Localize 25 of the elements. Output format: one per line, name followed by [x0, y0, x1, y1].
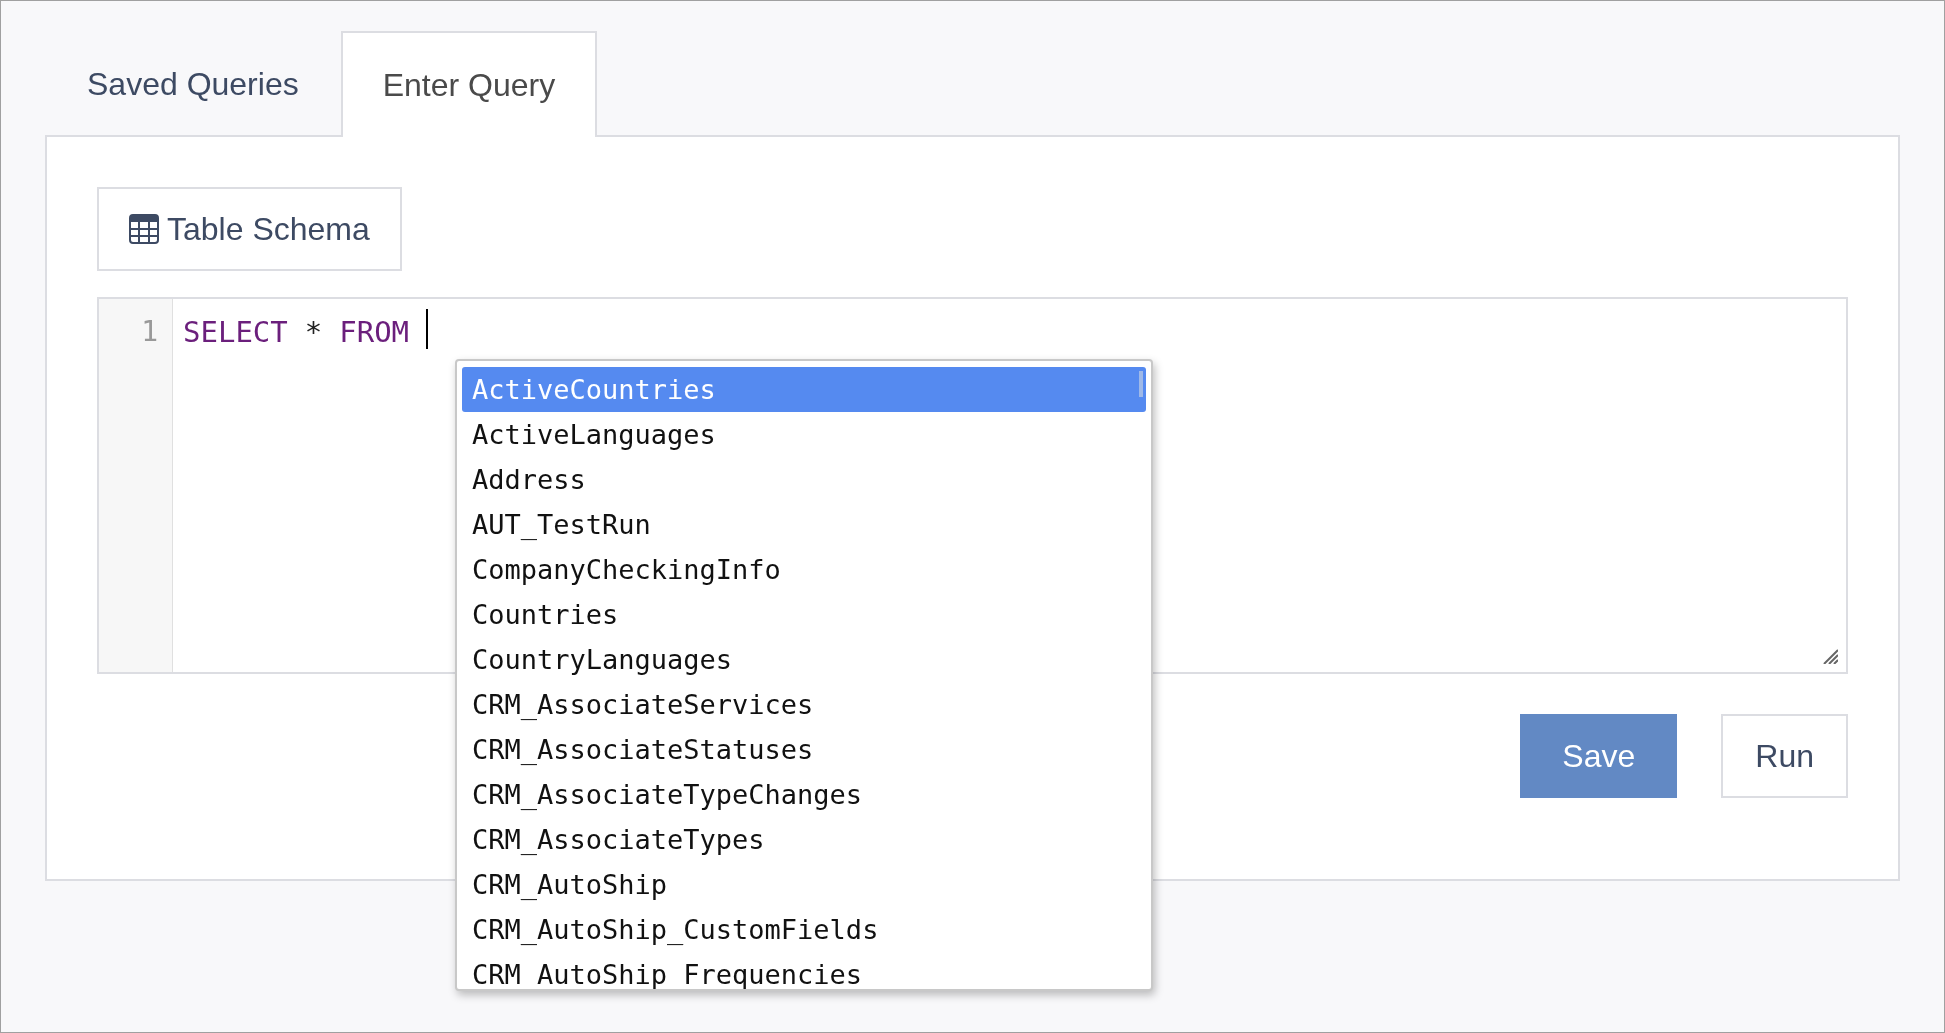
table-icon — [129, 214, 159, 244]
autocomplete-item[interactable]: CRM_AssociateServices — [462, 682, 1146, 727]
autocomplete-item[interactable]: AUT_TestRun — [462, 502, 1146, 547]
code-token: SELECT — [183, 315, 288, 349]
table-schema-button[interactable]: Table Schema — [97, 187, 402, 271]
scrollbar-thumb[interactable] — [1139, 371, 1143, 397]
autocomplete-item[interactable]: CRM_AutoShip — [462, 862, 1146, 907]
run-button[interactable]: Run — [1721, 714, 1848, 798]
autocomplete-item[interactable]: Address — [462, 457, 1146, 502]
autocomplete-item[interactable]: CompanyCheckingInfo — [462, 547, 1146, 592]
autocomplete-item[interactable]: CRM_AssociateTypeChanges — [462, 772, 1146, 817]
autocomplete-item[interactable]: CountryLanguages — [462, 637, 1146, 682]
code-token: * — [304, 315, 323, 349]
tab[interactable]: Enter Query — [340, 31, 598, 137]
text-cursor — [426, 309, 429, 349]
autocomplete-item[interactable]: Countries — [462, 592, 1146, 637]
resize-handle-icon[interactable] — [1822, 648, 1838, 664]
autocomplete-item[interactable]: CRM_AssociateStatuses — [462, 727, 1146, 772]
code-token: FROM — [339, 315, 410, 349]
save-button[interactable]: Save — [1520, 714, 1678, 798]
autocomplete-item[interactable]: ActiveLanguages — [462, 412, 1146, 457]
autocomplete-item[interactable]: CRM_AutoShip_CustomFields — [462, 907, 1146, 952]
tab[interactable]: Saved Queries — [45, 31, 341, 135]
line-number: 1 — [141, 315, 158, 348]
autocomplete-item[interactable]: CRM_AssociateTypes — [462, 817, 1146, 862]
